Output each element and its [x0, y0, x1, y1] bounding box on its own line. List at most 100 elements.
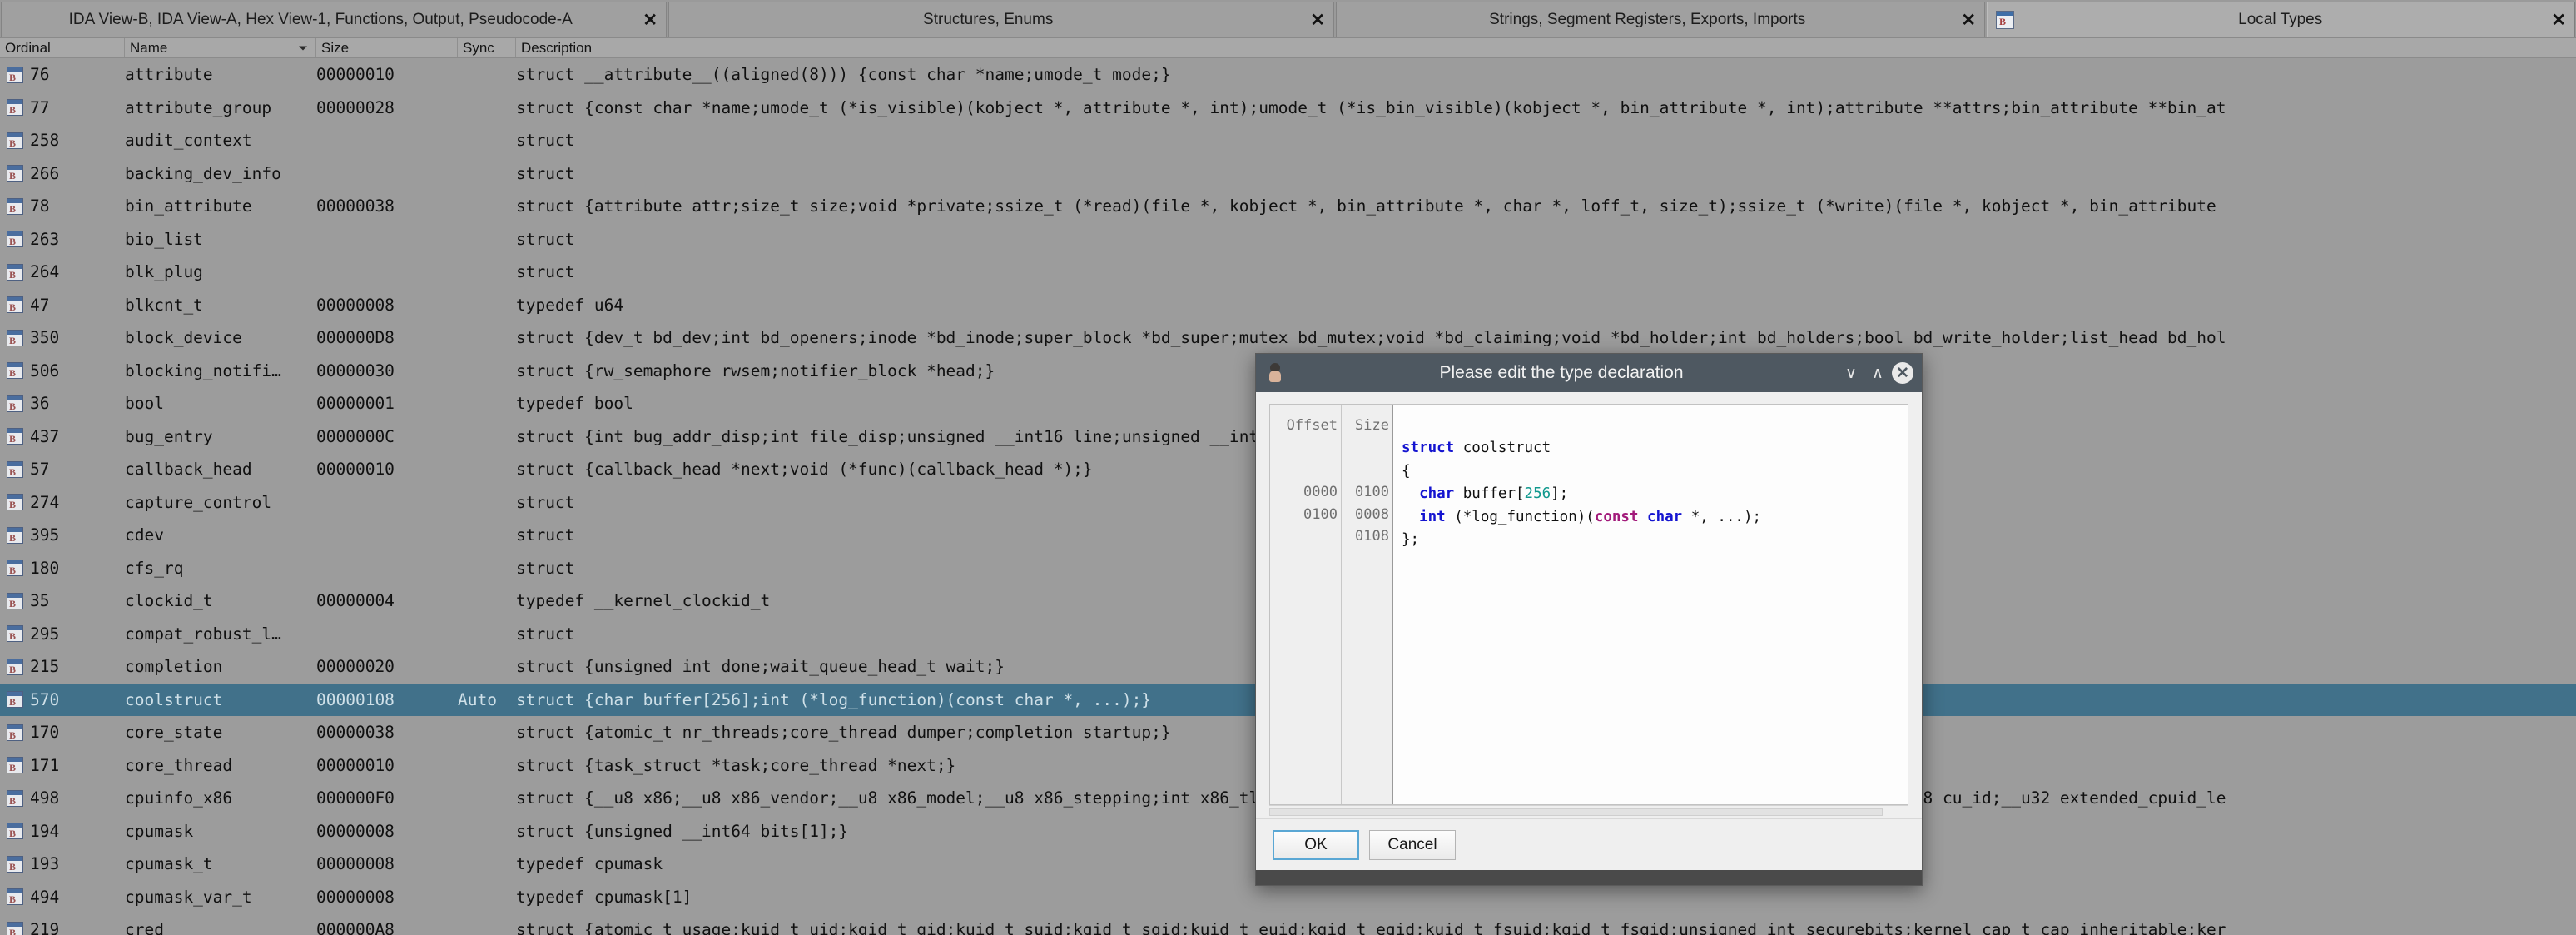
cell-name: cpumask_var_t: [125, 887, 252, 907]
cell-size: 00000008: [316, 295, 395, 315]
code-token: *, ...);: [1682, 508, 1762, 525]
cell-desc: struct {const char *name;umode_t (*is_vi…: [516, 97, 2226, 117]
ok-button[interactable]: OK: [1273, 829, 1359, 860]
tab-label: IDA View-B, IDA View-A, Hex View-1, Func…: [68, 11, 573, 28]
type-entry-icon: [7, 592, 23, 610]
cell-name: backing_dev_info: [125, 163, 281, 183]
cell-size: 00000008: [316, 854, 395, 874]
code-token: {: [1402, 462, 1411, 480]
type-entry-icon: [7, 921, 23, 935]
dialog-titlebar[interactable]: Please edit the type declaration ∨ ∧ ✕: [1256, 354, 1922, 392]
cell-size: 000000D8: [316, 328, 395, 348]
cell-name: callback_head: [125, 460, 252, 480]
cell-name: blkcnt_t: [125, 295, 203, 315]
scrollbar-thumb[interactable]: [1269, 808, 1884, 816]
tab-close-icon[interactable]: ✕: [1310, 12, 1325, 29]
cell-desc: struct __attribute__((aligned(8))) {cons…: [516, 65, 1171, 85]
table-row[interactable]: 219cred000000A8struct {atomic_t usage;ku…: [0, 913, 2576, 935]
column-header-label: Name: [130, 39, 168, 56]
cell-size: 00000010: [316, 460, 395, 480]
column-header-name[interactable]: Name: [125, 38, 316, 57]
table-row[interactable]: 47blkcnt_t00000008typedef u64: [0, 289, 2576, 322]
cell-name: audit_context: [125, 131, 252, 151]
cell-name: cpuinfo_x86: [125, 788, 233, 808]
cell-name: core_thread: [125, 755, 233, 775]
dialog-body: Offset 0000 0100 Size 0100 0008 0108 str…: [1256, 392, 1922, 805]
cell-desc: struct: [516, 229, 575, 249]
type-entry-icon: [7, 757, 23, 774]
type-entry-icon: [7, 494, 23, 511]
tab-close-icon[interactable]: ✕: [2551, 12, 2566, 29]
close-icon[interactable]: ✕: [1892, 362, 1913, 384]
cell-name: coolstruct: [125, 689, 223, 709]
cell-name: blocking_notifi…: [125, 361, 281, 380]
cell-size: 0000000C: [316, 426, 395, 446]
column-header-label: Sync: [463, 39, 494, 56]
tab-close-icon[interactable]: ✕: [1961, 12, 1976, 29]
type-entry-icon: [7, 66, 23, 84]
table-row[interactable]: 264blk_plugstruct: [0, 256, 2576, 289]
cell-name: core_state: [125, 723, 223, 743]
minimize-icon[interactable]: ∨: [1839, 361, 1864, 385]
cell-size: 000000F0: [316, 788, 395, 808]
app-icon: [1264, 362, 1286, 384]
column-header-size[interactable]: Size: [316, 38, 458, 57]
dialog-title: Please edit the type declaration: [1439, 363, 1684, 382]
type-entry-icon: [7, 625, 23, 643]
cell-desc: typedef cpumask[1]: [516, 887, 692, 907]
type-entry-icon: [7, 823, 23, 840]
size-gutter: Size 0100 0008 0108: [1342, 405, 1393, 804]
code-token: coolstruct: [1462, 440, 1551, 457]
cell-name: bin_attribute: [125, 196, 252, 216]
cell-name: capture_control: [125, 492, 272, 512]
tab-2[interactable]: Strings, Segment Registers, Exports, Imp…: [1336, 2, 1985, 37]
table-row[interactable]: 76attribute00000010struct __attribute__(…: [0, 58, 2576, 92]
cell-name: clockid_t: [125, 591, 213, 611]
table-row[interactable]: 263bio_liststruct: [0, 223, 2576, 256]
editor-horizontal-scrollbar[interactable]: [1269, 805, 1908, 818]
code-editor-text[interactable]: struct coolstruct { char buffer[256]; in…: [1393, 405, 1908, 804]
table-row[interactable]: 78bin_attribute00000038struct {attribute…: [0, 190, 2576, 223]
code-token: const: [1594, 508, 1639, 525]
column-header-sync[interactable]: Sync: [458, 38, 516, 57]
column-header-description[interactable]: Description: [516, 38, 2576, 57]
cell-name: blk_plug: [125, 262, 203, 282]
cell-name: bug_entry: [125, 426, 213, 446]
type-entry-icon: [7, 132, 23, 150]
cancel-button[interactable]: Cancel: [1369, 829, 1456, 860]
cell-desc: struct {attribute attr;size_t size;void …: [516, 196, 2216, 216]
type-entry-icon: [7, 231, 23, 248]
local-types-icon: [1996, 11, 2014, 29]
type-entry-icon: [7, 395, 23, 413]
column-header-ordinal[interactable]: Ordinal: [0, 38, 125, 57]
type-entry-icon: [7, 724, 23, 742]
tab-3[interactable]: Local Types ✕: [1987, 2, 2575, 37]
dialog-bottom-strip: [1256, 870, 1922, 885]
code-token: char: [1647, 508, 1683, 525]
type-entry-icon: [7, 691, 23, 709]
cell-name: cdev: [125, 525, 164, 545]
cell-size: 00000004: [316, 591, 395, 611]
table-row[interactable]: 350block_device000000D8struct {dev_t bd_…: [0, 321, 2576, 355]
table-row[interactable]: 77attribute_group00000028struct {const c…: [0, 92, 2576, 125]
cell-desc: typedef u64: [516, 295, 624, 315]
type-entry-icon: [7, 560, 23, 577]
type-entry-icon: [7, 165, 23, 182]
tab-label: Strings, Segment Registers, Exports, Imp…: [1489, 11, 1806, 28]
type-declaration-editor[interactable]: Offset 0000 0100 Size 0100 0008 0108 str…: [1269, 404, 1908, 805]
tab-0[interactable]: IDA View-B, IDA View-A, Hex View-1, Func…: [1, 2, 667, 37]
type-entry-icon: [7, 296, 23, 314]
tab-1[interactable]: Structures, Enums ✕: [668, 2, 1334, 37]
maximize-icon[interactable]: ∧: [1865, 361, 1890, 385]
tab-label: Local Types: [2238, 11, 2323, 28]
cell-size: 00000038: [316, 196, 395, 216]
cell-sync: Auto: [458, 689, 497, 709]
cell-size: 00000001: [316, 394, 395, 414]
table-row[interactable]: 266backing_dev_infostruct: [0, 157, 2576, 191]
table-row[interactable]: 258audit_contextstruct: [0, 124, 2576, 157]
tab-close-icon[interactable]: ✕: [643, 12, 658, 29]
cell-name: attribute: [125, 65, 213, 85]
code-token: buffer[: [1454, 485, 1525, 503]
